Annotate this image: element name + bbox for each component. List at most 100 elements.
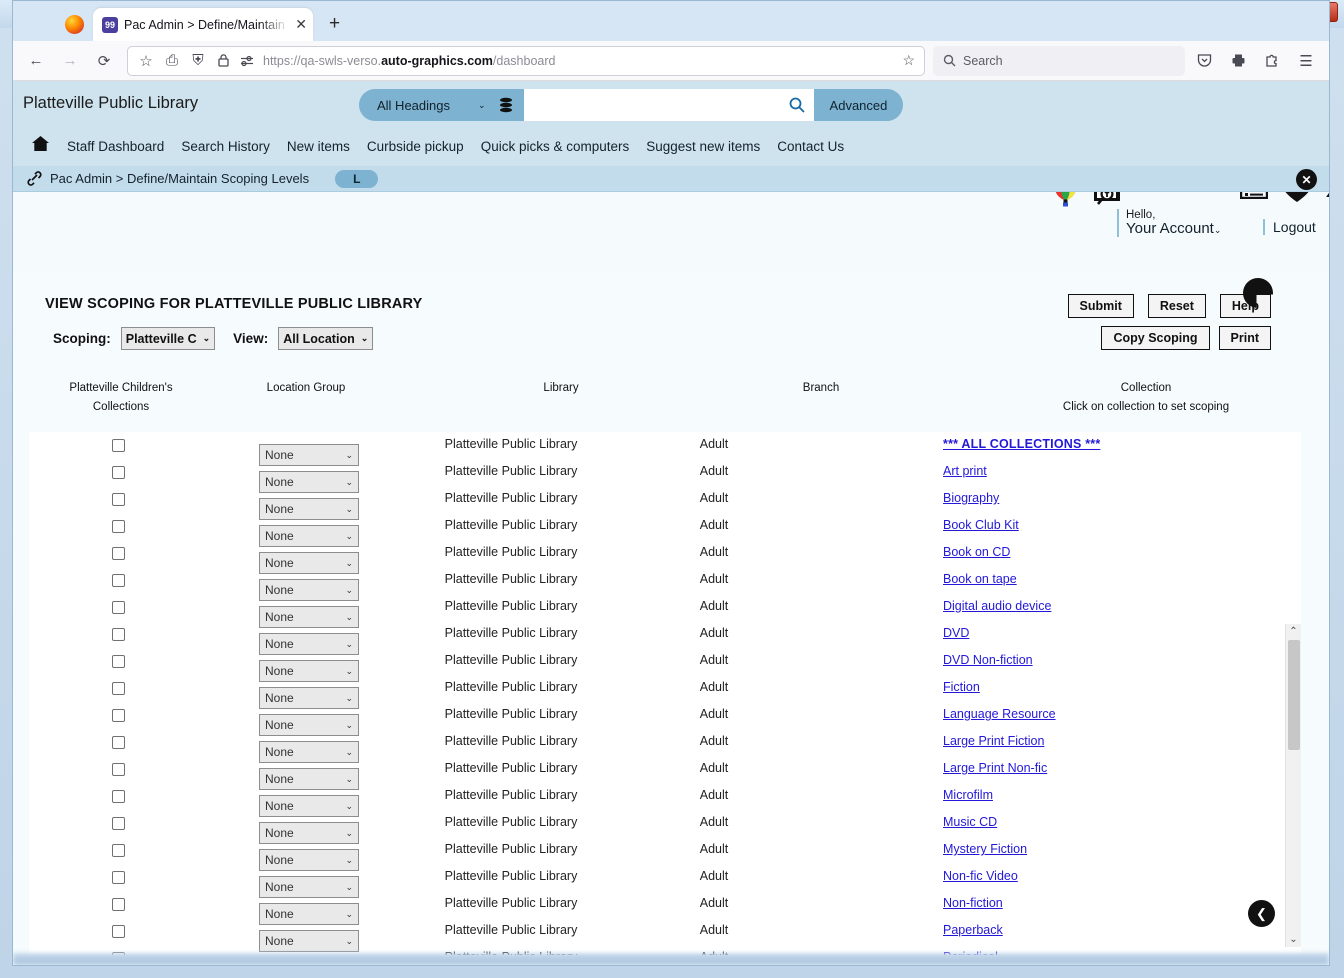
pocket-glyph [1197, 54, 1211, 67]
save-page-icon[interactable]: ⎙ [163, 46, 181, 76]
row-checkbox[interactable] [112, 655, 125, 668]
row-checkbox[interactable] [112, 790, 125, 803]
collection-link[interactable]: DVD [943, 626, 969, 640]
collection-link[interactable]: Music CD [943, 815, 997, 829]
search-scope-dropdown[interactable]: All Headings ⌄ [359, 89, 498, 121]
table-header: Platteville Children's Collections Locat… [21, 376, 1315, 420]
row-checkbox[interactable] [112, 547, 125, 560]
collection-link[interactable]: Art print [943, 464, 987, 478]
library-cell: Platteville Public Library [444, 491, 578, 505]
branch-cell: Adult [699, 788, 729, 802]
tab-favicon-icon: 99 [102, 16, 118, 33]
scroll-up-arrow[interactable]: ⌃ [1289, 624, 1297, 639]
menu-icon[interactable]: ☰ [1291, 46, 1321, 76]
logout-block[interactable]: Logout [1263, 219, 1316, 235]
branch-cell: Adult [699, 923, 729, 937]
database-icon-wrap[interactable] [497, 89, 524, 121]
row-checkbox[interactable] [112, 736, 125, 749]
copy-scoping-button[interactable]: Copy Scoping [1101, 326, 1210, 350]
row-checkbox[interactable] [112, 709, 125, 722]
row-checkbox[interactable] [112, 817, 125, 830]
vertical-scrollbar[interactable]: ⌃ ⌄ [1285, 624, 1301, 947]
row-checkbox[interactable] [112, 574, 125, 587]
collection-link[interactable]: Microfilm [943, 788, 993, 802]
library-cell: Platteville Public Library [444, 815, 578, 829]
row-checkbox[interactable] [112, 682, 125, 695]
table-row: None ⌄ Platteville Public Library Adult Non-… [29, 864, 1301, 898]
row-checkbox[interactable] [112, 871, 125, 884]
branch-cell: Adult [699, 626, 729, 640]
previous-panel-button[interactable]: ❮ [1248, 900, 1275, 927]
catalog-search-input[interactable] [523, 89, 780, 121]
submit-button[interactable]: Submit [1067, 294, 1134, 318]
back-icon[interactable]: ← [21, 46, 51, 76]
nav-item-staff-dashboard[interactable]: Staff Dashboard [67, 139, 164, 154]
row-checkbox[interactable] [112, 898, 125, 911]
reset-button[interactable]: Reset [1147, 294, 1206, 318]
url-bookmark-icon[interactable]: ☆ [902, 52, 915, 69]
tab-close-icon[interactable]: ✕ [295, 16, 307, 33]
collection-link[interactable]: *** ALL COLLECTIONS *** [943, 437, 1100, 451]
account-menu[interactable]: Hello, Your Account⌄ [1117, 209, 1221, 237]
collection-link[interactable]: Non-fiction [943, 896, 1003, 910]
reload-icon[interactable]: ⟳ [89, 46, 119, 76]
row-checkbox[interactable] [112, 763, 125, 776]
new-tab-button[interactable]: + [329, 13, 340, 41]
scroll-down-arrow[interactable]: ⌄ [1289, 932, 1297, 947]
close-panel-icon[interactable]: ✕ [1296, 169, 1317, 190]
permissions-icon[interactable] [239, 46, 255, 76]
row-checkbox[interactable] [112, 439, 125, 452]
chevron-down-icon: ⌄ [202, 333, 211, 343]
home-icon[interactable] [31, 135, 50, 157]
collection-link[interactable]: Digital audio device [943, 599, 1051, 613]
forward-icon[interactable]: → [55, 46, 85, 76]
bookmark-star-icon[interactable]: ☆ [137, 46, 155, 76]
pocket-icon[interactable] [1189, 46, 1219, 76]
scrollbar-thumb[interactable] [1287, 640, 1300, 750]
nav-item-curbside-pickup[interactable]: Curbside pickup [367, 139, 464, 154]
browser-search-box[interactable]: Search [933, 45, 1185, 76]
row-checkbox[interactable] [112, 601, 125, 614]
collection-link[interactable]: Fiction [943, 680, 980, 694]
row-checkbox[interactable] [112, 844, 125, 857]
nav-item-search-history[interactable]: Search History [181, 139, 270, 154]
table-row: None ⌄ Platteville Public Library Adult Musi… [29, 810, 1301, 844]
collection-link[interactable]: Book on CD [943, 545, 1010, 559]
branch-cell: Adult [699, 653, 729, 667]
collection-link[interactable]: Mystery Fiction [943, 842, 1027, 856]
home-glyph [32, 136, 49, 151]
branch-cell: Adult [699, 680, 729, 694]
nav-item-suggest-new-items[interactable]: Suggest new items [646, 139, 760, 154]
collection-link[interactable]: Large Print Non-fic [943, 761, 1047, 775]
url-bar[interactable]: ☆ ⎙ ⛨ https://qa-swls-verso.auto-graphic… [127, 45, 925, 76]
nav-item-quick-picks[interactable]: Quick picks & computers [481, 139, 630, 154]
row-checkbox[interactable] [112, 493, 125, 506]
collection-link[interactable]: Large Print Fiction [943, 734, 1044, 748]
collection-link[interactable]: DVD Non-fiction [943, 653, 1033, 667]
collection-link[interactable]: Biography [943, 491, 999, 505]
row-checkbox[interactable] [112, 466, 125, 479]
browser-tab[interactable]: 99 Pac Admin > Define/Maintain S ✕ [93, 8, 313, 41]
advanced-search-button[interactable]: Advanced [813, 89, 904, 121]
print-icon[interactable] [1223, 46, 1253, 76]
view-select[interactable]: All Location ⌄ [278, 327, 374, 350]
collection-link[interactable]: Paperback [943, 923, 1003, 937]
level-badge[interactable]: L [335, 169, 379, 188]
collection-link[interactable]: Language Resource [943, 707, 1056, 721]
print-button[interactable]: Print [1218, 326, 1271, 350]
catalog-search-button[interactable] [779, 89, 814, 121]
collection-link[interactable]: Non-fic Video [943, 869, 1018, 883]
breadcrumb-text: Pac Admin > Define/Maintain Scoping Leve… [50, 171, 310, 186]
scoping-select[interactable]: Platteville C ⌄ [120, 327, 216, 350]
library-cell: Platteville Public Library [444, 707, 578, 721]
row-checkbox[interactable] [112, 925, 125, 938]
collection-link[interactable]: Book on tape [943, 572, 1017, 586]
row-checkbox[interactable] [112, 520, 125, 533]
row-checkbox[interactable] [112, 628, 125, 641]
extensions-icon[interactable] [1257, 46, 1287, 76]
shield-icon[interactable]: ⛨ [189, 46, 207, 76]
browser-search-placeholder: Search [963, 53, 1003, 68]
collection-link[interactable]: Book Club Kit [943, 518, 1019, 532]
nav-item-new-items[interactable]: New items [287, 139, 350, 154]
nav-item-contact-us[interactable]: Contact Us [777, 139, 844, 154]
